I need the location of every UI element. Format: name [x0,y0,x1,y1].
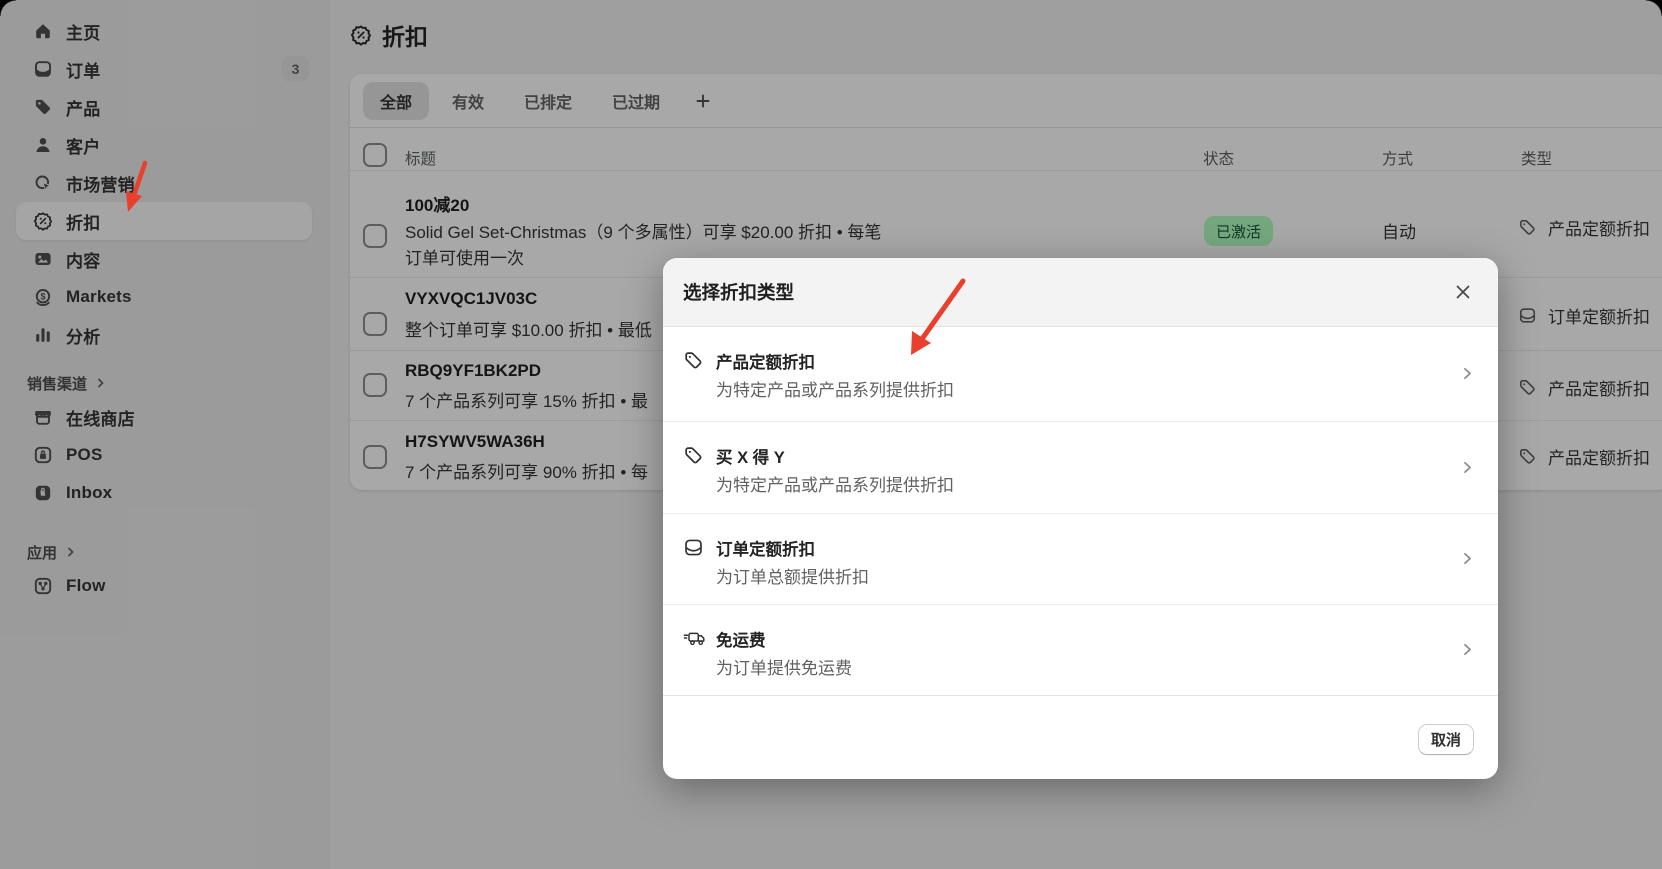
option-description: 为订单总额提供折扣 [716,568,869,587]
option-description: 为特定产品或产品系列提供折扣 [716,476,954,495]
select-discount-type-modal: 选择折扣类型 产品定额折扣 为特定产品或产品系列提供折扣 买 X 得 Y 为特定… [663,258,1498,779]
window-corner [1646,0,1662,16]
discount-type-options: 产品定额折扣 为特定产品或产品系列提供折扣 买 X 得 Y 为特定产品或产品系列… [663,327,1498,696]
modal-footer: 取消 [663,696,1498,779]
option-free-shipping[interactable]: 免运费 为订单提供免运费 [663,605,1498,696]
option-product-amount-off[interactable]: 产品定额折扣 为特定产品或产品系列提供折扣 [663,327,1498,422]
option-description: 为特定产品或产品系列提供折扣 [716,381,954,400]
option-title: 订单定额折扣 [716,541,815,559]
option-buy-x-get-y[interactable]: 买 X 得 Y 为特定产品或产品系列提供折扣 [663,422,1498,514]
shopify-admin-discounts-page: { "page": { "title": "折扣" }, "sidebar": … [0,0,1662,869]
option-title: 买 X 得 Y [716,449,785,467]
chevron-right-icon [1459,641,1476,658]
option-order-amount-off[interactable]: 订单定额折扣 为订单总额提供折扣 [663,514,1498,605]
close-icon[interactable] [1451,280,1475,304]
chevron-right-icon [1459,550,1476,567]
cancel-button[interactable]: 取消 [1417,724,1474,755]
modal-title: 选择折扣类型 [683,282,795,303]
modal-header: 选择折扣类型 [663,258,1498,327]
option-description: 为订单提供免运费 [716,659,852,678]
chevron-right-icon [1459,365,1476,382]
tag-icon [683,349,707,371]
order-icon [683,536,707,558]
truck-icon [683,627,707,649]
chevron-right-icon [1459,459,1476,476]
option-title: 免运费 [716,632,766,650]
option-title: 产品定额折扣 [716,354,815,372]
window-corner [0,0,16,16]
tag-icon [683,444,707,466]
